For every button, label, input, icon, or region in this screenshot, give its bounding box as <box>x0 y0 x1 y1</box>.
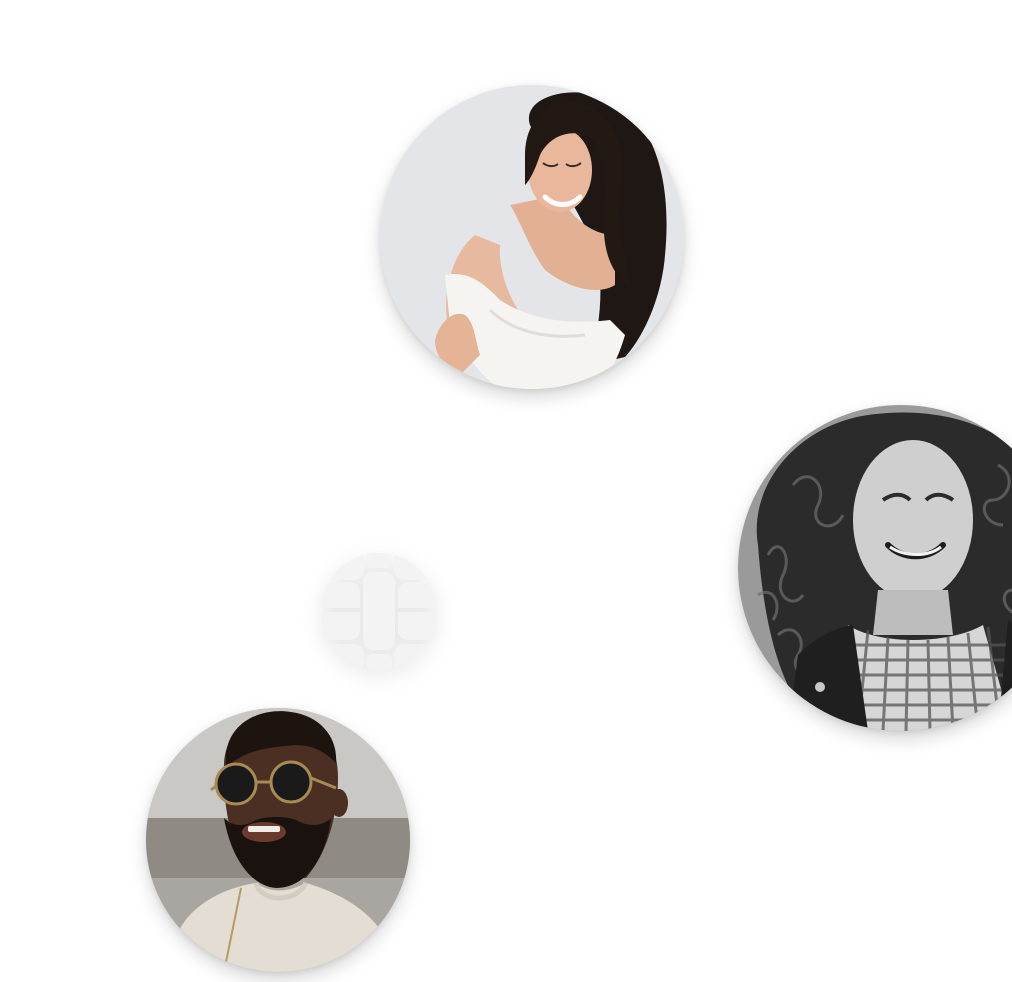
logo-mark <box>321 553 437 669</box>
portrait-photo <box>380 85 684 389</box>
avatar-woman-curly-right[interactable] <box>738 405 1012 731</box>
portrait-photo <box>146 708 410 972</box>
portrait-photo <box>738 405 1012 731</box>
avatar-man-sunglasses-bottom[interactable] <box>146 708 410 972</box>
avatar-woman-white-top[interactable] <box>380 85 684 389</box>
app-logo-icon <box>320 552 438 670</box>
avatars-canvas <box>0 0 1012 982</box>
